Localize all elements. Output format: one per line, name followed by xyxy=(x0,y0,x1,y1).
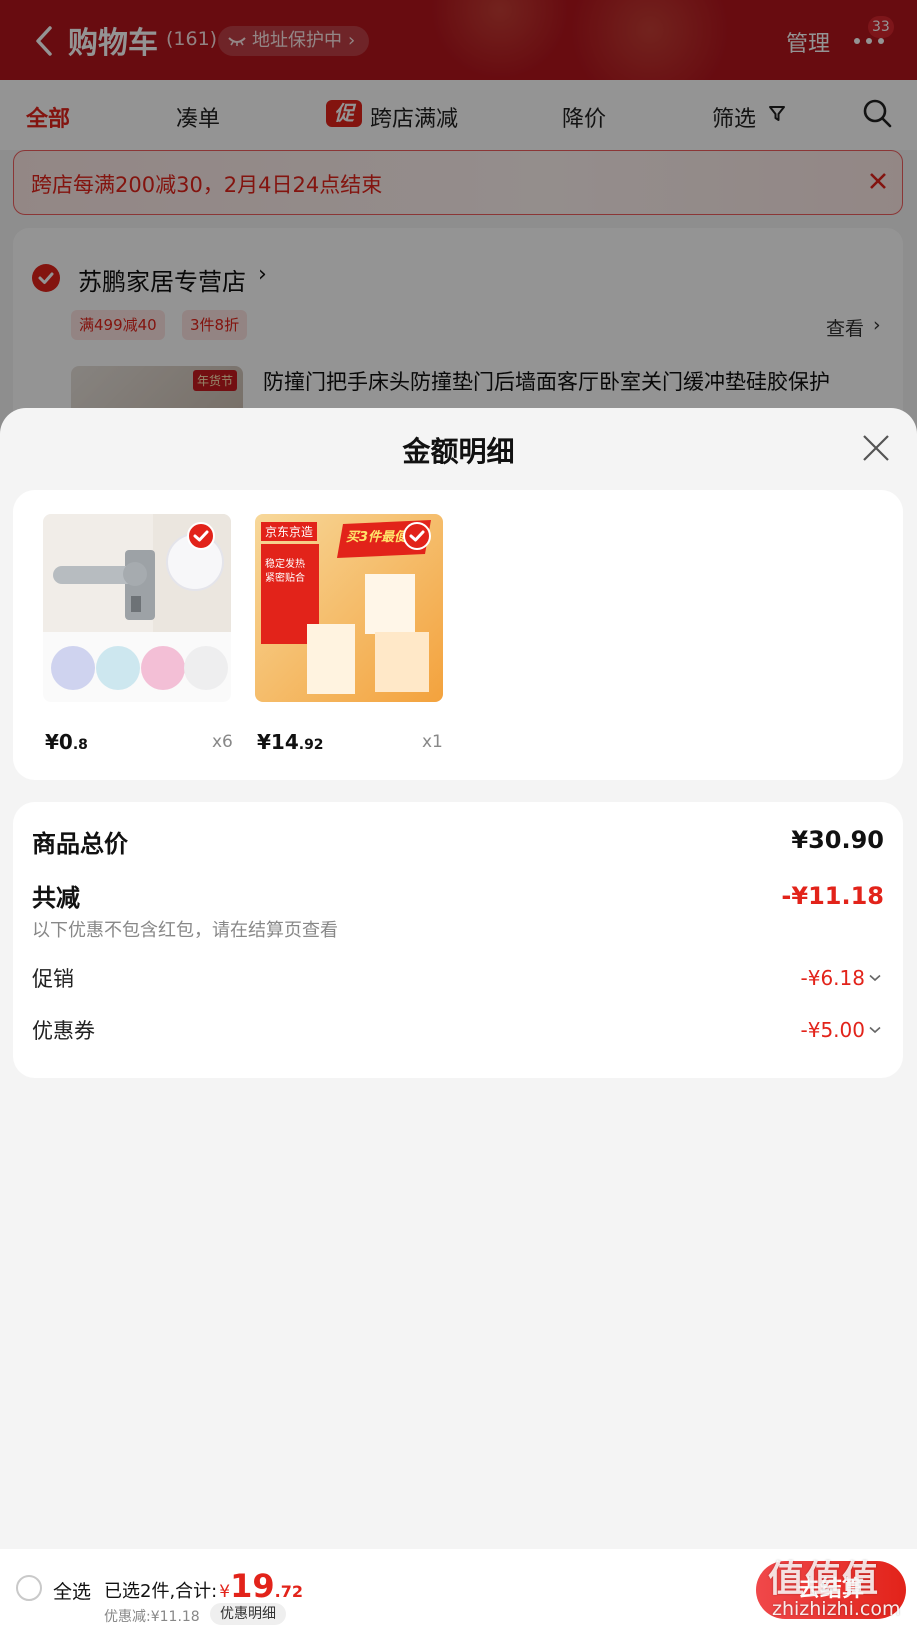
promotion-label: 促销 xyxy=(32,967,74,991)
item-price: ¥0.8 xyxy=(45,730,88,754)
currency-symbol: ¥ xyxy=(219,1582,231,1602)
price-integer: ¥14 xyxy=(257,730,299,754)
promotion-value: -¥6.18 xyxy=(800,966,865,990)
checkmark-icon xyxy=(409,530,425,542)
total-reduction-label: 共减 xyxy=(32,884,80,912)
amount-detail-sheet: 金额明细 ¥0.8 x6 京东京造 买3件最便宜 稳定发热 紧密贴合 ¥14.9… xyxy=(0,408,917,1629)
total-price-value: ¥30.90 xyxy=(791,826,884,854)
price-decimal: .8 xyxy=(72,737,88,753)
checkmark-icon xyxy=(193,530,209,542)
reduction-note: 以下优惠不包含红包，请在结算页查看 xyxy=(32,920,338,941)
total-integer: 19 xyxy=(230,1567,275,1605)
item-quantity: x6 xyxy=(212,732,233,752)
select-all-label[interactable]: 全选 xyxy=(53,1577,91,1604)
site-watermark-url: zhizhizhi.com xyxy=(772,1598,901,1620)
item-price: ¥14.92 xyxy=(257,730,324,754)
select-all-radio[interactable] xyxy=(16,1575,42,1601)
item-checkbox[interactable] xyxy=(187,522,215,550)
discount-detail-button[interactable]: 优惠明细 xyxy=(210,1603,286,1625)
selected-summary: 已选2件,合计: ¥ 19 .72 xyxy=(104,1567,303,1605)
chevron-down-icon xyxy=(869,1026,881,1034)
sheet-title: 金额明细 xyxy=(402,435,515,468)
discount-amount: 优惠减:¥11.18 xyxy=(104,1609,200,1625)
selected-count-text: 已选2件,合计: xyxy=(104,1581,218,1602)
brand-tag: 京东京造 xyxy=(261,522,318,541)
close-icon[interactable] xyxy=(862,434,890,462)
promotion-row[interactable]: -¥6.18 xyxy=(801,966,881,990)
site-watermark: 值值值 xyxy=(768,1559,880,1600)
price-integer: ¥0 xyxy=(45,730,73,754)
coupon-value: -¥5.00 xyxy=(800,1018,865,1042)
total-decimal: .72 xyxy=(274,1582,303,1601)
total-price-label: 商品总价 xyxy=(32,830,128,858)
price-decimal: .92 xyxy=(298,737,324,753)
amount-summary-card: 商品总价 ¥30.90 共减 -¥11.18 以下优惠不包含红包，请在结算页查看… xyxy=(13,802,903,1078)
coupon-label: 优惠券 xyxy=(32,1019,95,1043)
coupon-row[interactable]: -¥5.00 xyxy=(801,1018,881,1042)
total-reduction-value: -¥11.18 xyxy=(781,882,884,910)
chevron-down-icon xyxy=(869,974,881,982)
selected-goods-card: ¥0.8 x6 京东京造 买3件最便宜 稳定发热 紧密贴合 ¥14.92 x1 xyxy=(13,490,903,780)
box-title: 稳定发热 紧密贴合 xyxy=(265,559,305,584)
item-quantity: x1 xyxy=(422,732,443,752)
item-checkbox[interactable] xyxy=(403,522,431,550)
